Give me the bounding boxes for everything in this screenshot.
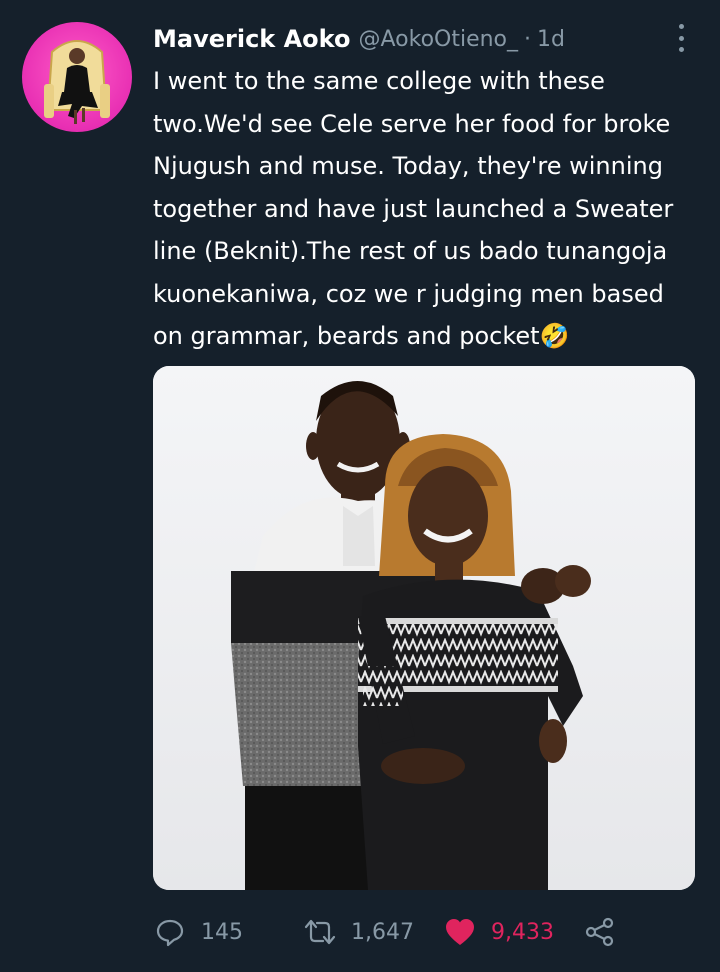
author-handle[interactable]: @AokoOtieno_ xyxy=(358,27,518,52)
timestamp[interactable]: 1d xyxy=(537,27,565,52)
share-icon xyxy=(583,915,617,949)
reply-count: 145 xyxy=(201,919,243,945)
tweet[interactable]: Maverick Aoko @AokoOtieno_ · 1d I went t… xyxy=(0,0,720,972)
reply-button[interactable]: 145 xyxy=(153,915,303,949)
retweet-count: 1,647 xyxy=(351,919,414,945)
author-name[interactable]: Maverick Aoko xyxy=(153,25,350,53)
share-button[interactable] xyxy=(583,915,623,949)
tweet-header: Maverick Aoko @AokoOtieno_ · 1d xyxy=(153,22,565,56)
more-options-icon[interactable] xyxy=(669,24,693,52)
tweet-actions: 145 1,647 9,433 xyxy=(153,912,673,952)
separator: · xyxy=(524,26,532,52)
tweet-text: I went to the same college with these tw… xyxy=(153,67,674,350)
reply-icon xyxy=(153,915,187,949)
heart-icon xyxy=(443,915,477,949)
like-button[interactable]: 9,433 xyxy=(443,915,583,949)
retweet-icon xyxy=(303,915,337,949)
like-count: 9,433 xyxy=(491,919,554,945)
avatar[interactable] xyxy=(22,22,132,132)
tweet-photo[interactable] xyxy=(153,366,695,890)
retweet-button[interactable]: 1,647 xyxy=(303,915,443,949)
